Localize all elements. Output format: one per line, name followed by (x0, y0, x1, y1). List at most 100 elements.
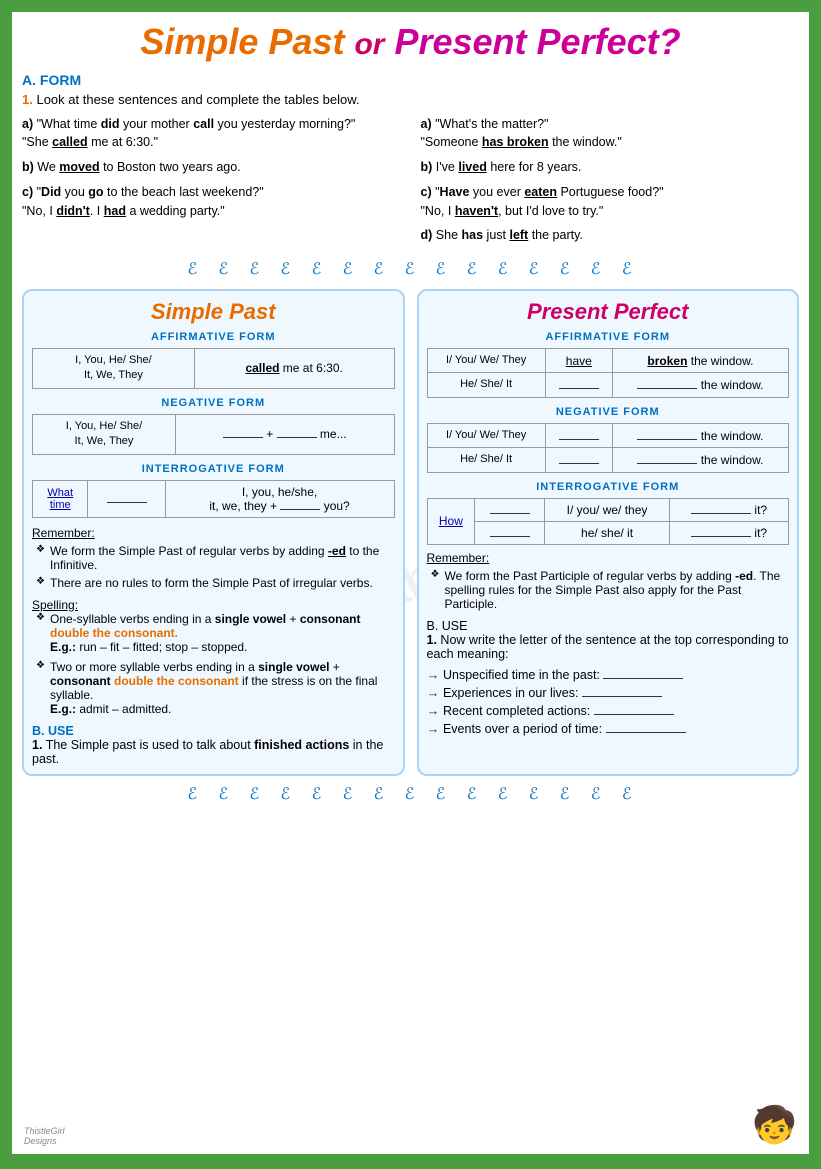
pp-b-use-instruction: Now write the letter of the sentence at … (427, 633, 789, 661)
pp-neg-subj2: He/ She/ It (427, 448, 545, 472)
sp-remember-list: We form the Simple Past of regular verbs… (32, 544, 395, 590)
simple-past-title: Simple Past (32, 299, 395, 325)
sp-remember-item-2: There are no rules to form the Simple Pa… (36, 576, 395, 590)
sp-spelling-title: Spelling: (32, 598, 395, 612)
sp-interrog-blank (88, 480, 165, 517)
right-sentences: a) "What's the matter?" "Someone has bro… (421, 115, 800, 252)
right-a-label: a) (421, 117, 432, 131)
right-c-label: c) (421, 185, 432, 199)
pp-interrogative-table: How I/ you/ we/ they it? he/ she/ it it? (427, 498, 790, 545)
sp-aff-verb: called me at 6:30. (194, 349, 394, 389)
sp-remember-title: Remember: (32, 526, 395, 540)
sp-b-use-label: B. USE (32, 724, 74, 738)
title-area: Simple Past or Present Perfect? (22, 22, 799, 62)
sp-interrog-subject: I, you, he/she,it, we, they + you? (165, 480, 394, 517)
sp-spelling-item-2: Two or more syllable verbs ending in a s… (36, 660, 395, 716)
pp-interrogative-label: INTERROGATIVE FORM (427, 481, 790, 493)
pp-interrog-wh: How (427, 498, 475, 544)
sp-interrogative-table: Whattime I, you, he/she,it, we, they + y… (32, 480, 395, 518)
right-c-text: "Have you ever eaten Portuguese food?" (435, 185, 663, 199)
pp-interrog-fill1: it? (670, 498, 789, 521)
logo-area: ThistleGirlDesigns (24, 1126, 65, 1146)
example-sentences: a) "What time did your mother call you y… (22, 115, 799, 252)
pp-remember-item-1: We form the Past Participle of regular v… (431, 569, 790, 611)
tense-sections: Simple Past AFFIRMATIVE FORM I, You, He/… (22, 289, 799, 776)
sp-neg-subject: I, You, He/ She/It, We, They (33, 414, 176, 454)
sp-neg-fill: + me... (175, 414, 394, 454)
bottom-curl-line: ℰ ℰ ℰ ℰ ℰ ℰ ℰ ℰ ℰ ℰ ℰ ℰ ℰ ℰ ℰ (22, 784, 799, 804)
pp-negative-table: I/ You/ We/ They the window. He/ She/ It… (427, 423, 790, 473)
sp-affirmative-label: AFFIRMATIVE FORM (32, 331, 395, 343)
right-d-label: d) (421, 228, 433, 242)
pp-neg-have2 (545, 448, 612, 472)
sp-interrogative-label: INTERROGATIVE FORM (32, 463, 395, 475)
pp-interrog-fill2: it? (670, 521, 789, 544)
pp-aff-pp1: broken the window. (612, 349, 788, 373)
right-d-text: She has just left the party. (436, 228, 583, 242)
pp-aff-have1: have (545, 349, 612, 373)
left-sentence-b: b) We moved to Boston two years ago. (22, 158, 401, 177)
sp-spelling-item-1: One-syllable verbs ending in a single vo… (36, 612, 395, 654)
right-b-label: b) (421, 160, 433, 174)
instruction-text: Look at these sentences and complete the… (36, 92, 359, 107)
sp-negative-table: I, You, He/ She/It, We, They + me... (32, 414, 395, 455)
sp-spelling-list: One-syllable verbs ending in a single vo… (32, 612, 395, 716)
pp-interrog-blank2 (475, 521, 545, 544)
left-sentence-c: c) "Did you go to the beach last weekend… (22, 183, 401, 221)
title-or: or (354, 28, 384, 61)
curl-line: ℰ ℰ ℰ ℰ ℰ ℰ ℰ ℰ ℰ ℰ ℰ ℰ ℰ ℰ ℰ (22, 259, 799, 279)
logo-text: ThistleGirlDesigns (24, 1126, 65, 1146)
sp-b-use: B. USE 1. The Simple past is used to tal… (32, 724, 395, 766)
left-sentences: a) "What time did your mother call you y… (22, 115, 401, 252)
left-a-label: a) (22, 117, 33, 131)
sp-wh-word: Whattime (33, 480, 88, 517)
pp-affirmative-label: AFFIRMATIVE FORM (427, 331, 790, 343)
pp-b-item-2: → Experiences in our lives: (427, 685, 790, 700)
left-b-text: We moved to Boston two years ago. (37, 160, 240, 174)
pp-aff-pp2: the window. (612, 373, 788, 397)
sp-b-use-text: The Simple past is used to talk about fi… (32, 738, 383, 766)
pp-aff-have2 (545, 373, 612, 397)
title-simple: Simple Past (140, 21, 354, 62)
right-b-text: I've lived here for 8 years. (436, 160, 582, 174)
present-perfect-title: Present Perfect (427, 299, 790, 325)
sp-negative-label: NEGATIVE FORM (32, 397, 395, 409)
pp-b-item-3: → Recent completed actions: (427, 703, 790, 718)
pp-b-use: B. USE 1. Now write the letter of the se… (427, 619, 790, 736)
left-sentence-a: a) "What time did your mother call you y… (22, 115, 401, 153)
left-c-label: c) (22, 185, 33, 199)
right-sentence-d: d) She has just left the party. (421, 226, 800, 245)
pp-remember: Remember: We form the Past Participle of… (427, 551, 790, 611)
left-c-text2: "No, I didn't. I had a wedding party." (22, 204, 225, 218)
right-c-text2: "No, I haven't, but I'd love to try." (421, 204, 604, 218)
sp-aff-subject: I, You, He/ She/It, We, They (33, 349, 195, 389)
title-question: ? (659, 21, 681, 62)
sp-spelling: Spelling: One-syllable verbs ending in a… (32, 598, 395, 716)
right-sentence-b: b) I've lived here for 8 years. (421, 158, 800, 177)
pp-aff-subj2: He/ She/ It (427, 373, 545, 397)
right-a-text: "What's the matter?" (435, 117, 548, 131)
simple-past-box: Simple Past AFFIRMATIVE FORM I, You, He/… (22, 289, 405, 776)
pp-neg-subj1: I/ You/ We/ They (427, 423, 545, 447)
left-a-text: "What time did your mother call you yest… (37, 117, 356, 131)
sp-remember: Remember: We form the Simple Past of reg… (32, 526, 395, 590)
pp-interrog-subj1: I/ you/ we/ they (544, 498, 669, 521)
pp-neg-pp2: the window. (612, 448, 788, 472)
left-a-text2: "She called me at 6:30." (22, 135, 158, 149)
left-b-label: b) (22, 160, 34, 174)
pp-b-use-items: → Unspecified time in the past: → Experi… (427, 667, 790, 736)
pp-remember-title: Remember: (427, 551, 790, 565)
pp-neg-pp1: the window. (612, 423, 788, 447)
sp-b-use-num: 1. (32, 738, 42, 752)
sp-affirmative-table: I, You, He/ She/It, We, They called me a… (32, 348, 395, 389)
pp-negative-label: NEGATIVE FORM (427, 406, 790, 418)
pp-b-item-1: → Unspecified time in the past: (427, 667, 790, 682)
right-sentence-c: c) "Have you ever eaten Portuguese food?… (421, 183, 800, 221)
sp-remember-item-1: We form the Simple Past of regular verbs… (36, 544, 395, 572)
bottom-right-character: 🧒 (752, 1104, 797, 1146)
pp-affirmative-table: I/ You/ We/ They have broken the window.… (427, 348, 790, 398)
instruction: 1. Look at these sentences and complete … (22, 92, 799, 107)
pp-b-use-num: 1. (427, 633, 437, 647)
present-perfect-box: Present Perfect AFFIRMATIVE FORM I/ You/… (417, 289, 800, 776)
left-c-text: "Did you go to the beach last weekend?" (37, 185, 264, 199)
